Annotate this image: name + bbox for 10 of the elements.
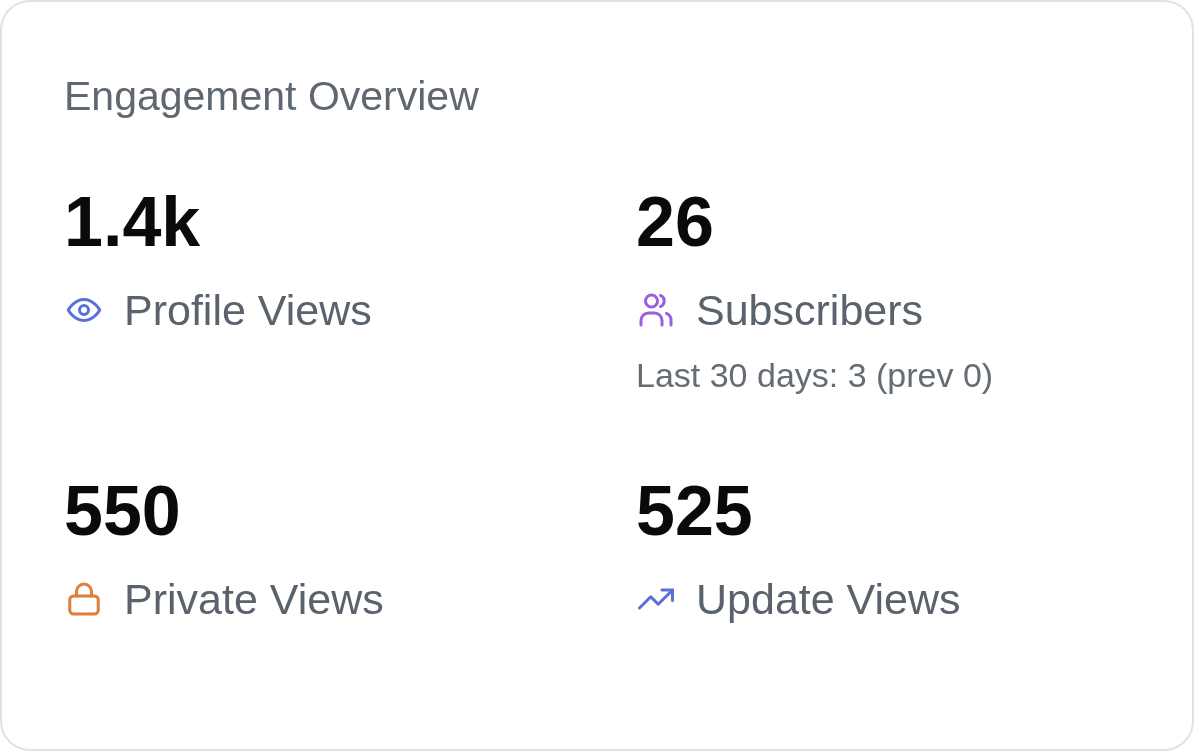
stat-value: 1.4k — [64, 182, 201, 262]
stat-label: Private Views — [124, 574, 384, 625]
stat-label: Subscribers — [696, 285, 924, 336]
stat-label: Profile Views — [124, 285, 372, 336]
stat-value: 550 — [64, 471, 181, 551]
stat-note: Last 30 days: 3 (prev 0) — [636, 355, 994, 396]
stat-label: Update Views — [696, 574, 961, 625]
stat-value: 525 — [636, 471, 753, 551]
card-title: Engagement Overview — [64, 72, 479, 121]
stat-value: 26 — [636, 182, 714, 262]
